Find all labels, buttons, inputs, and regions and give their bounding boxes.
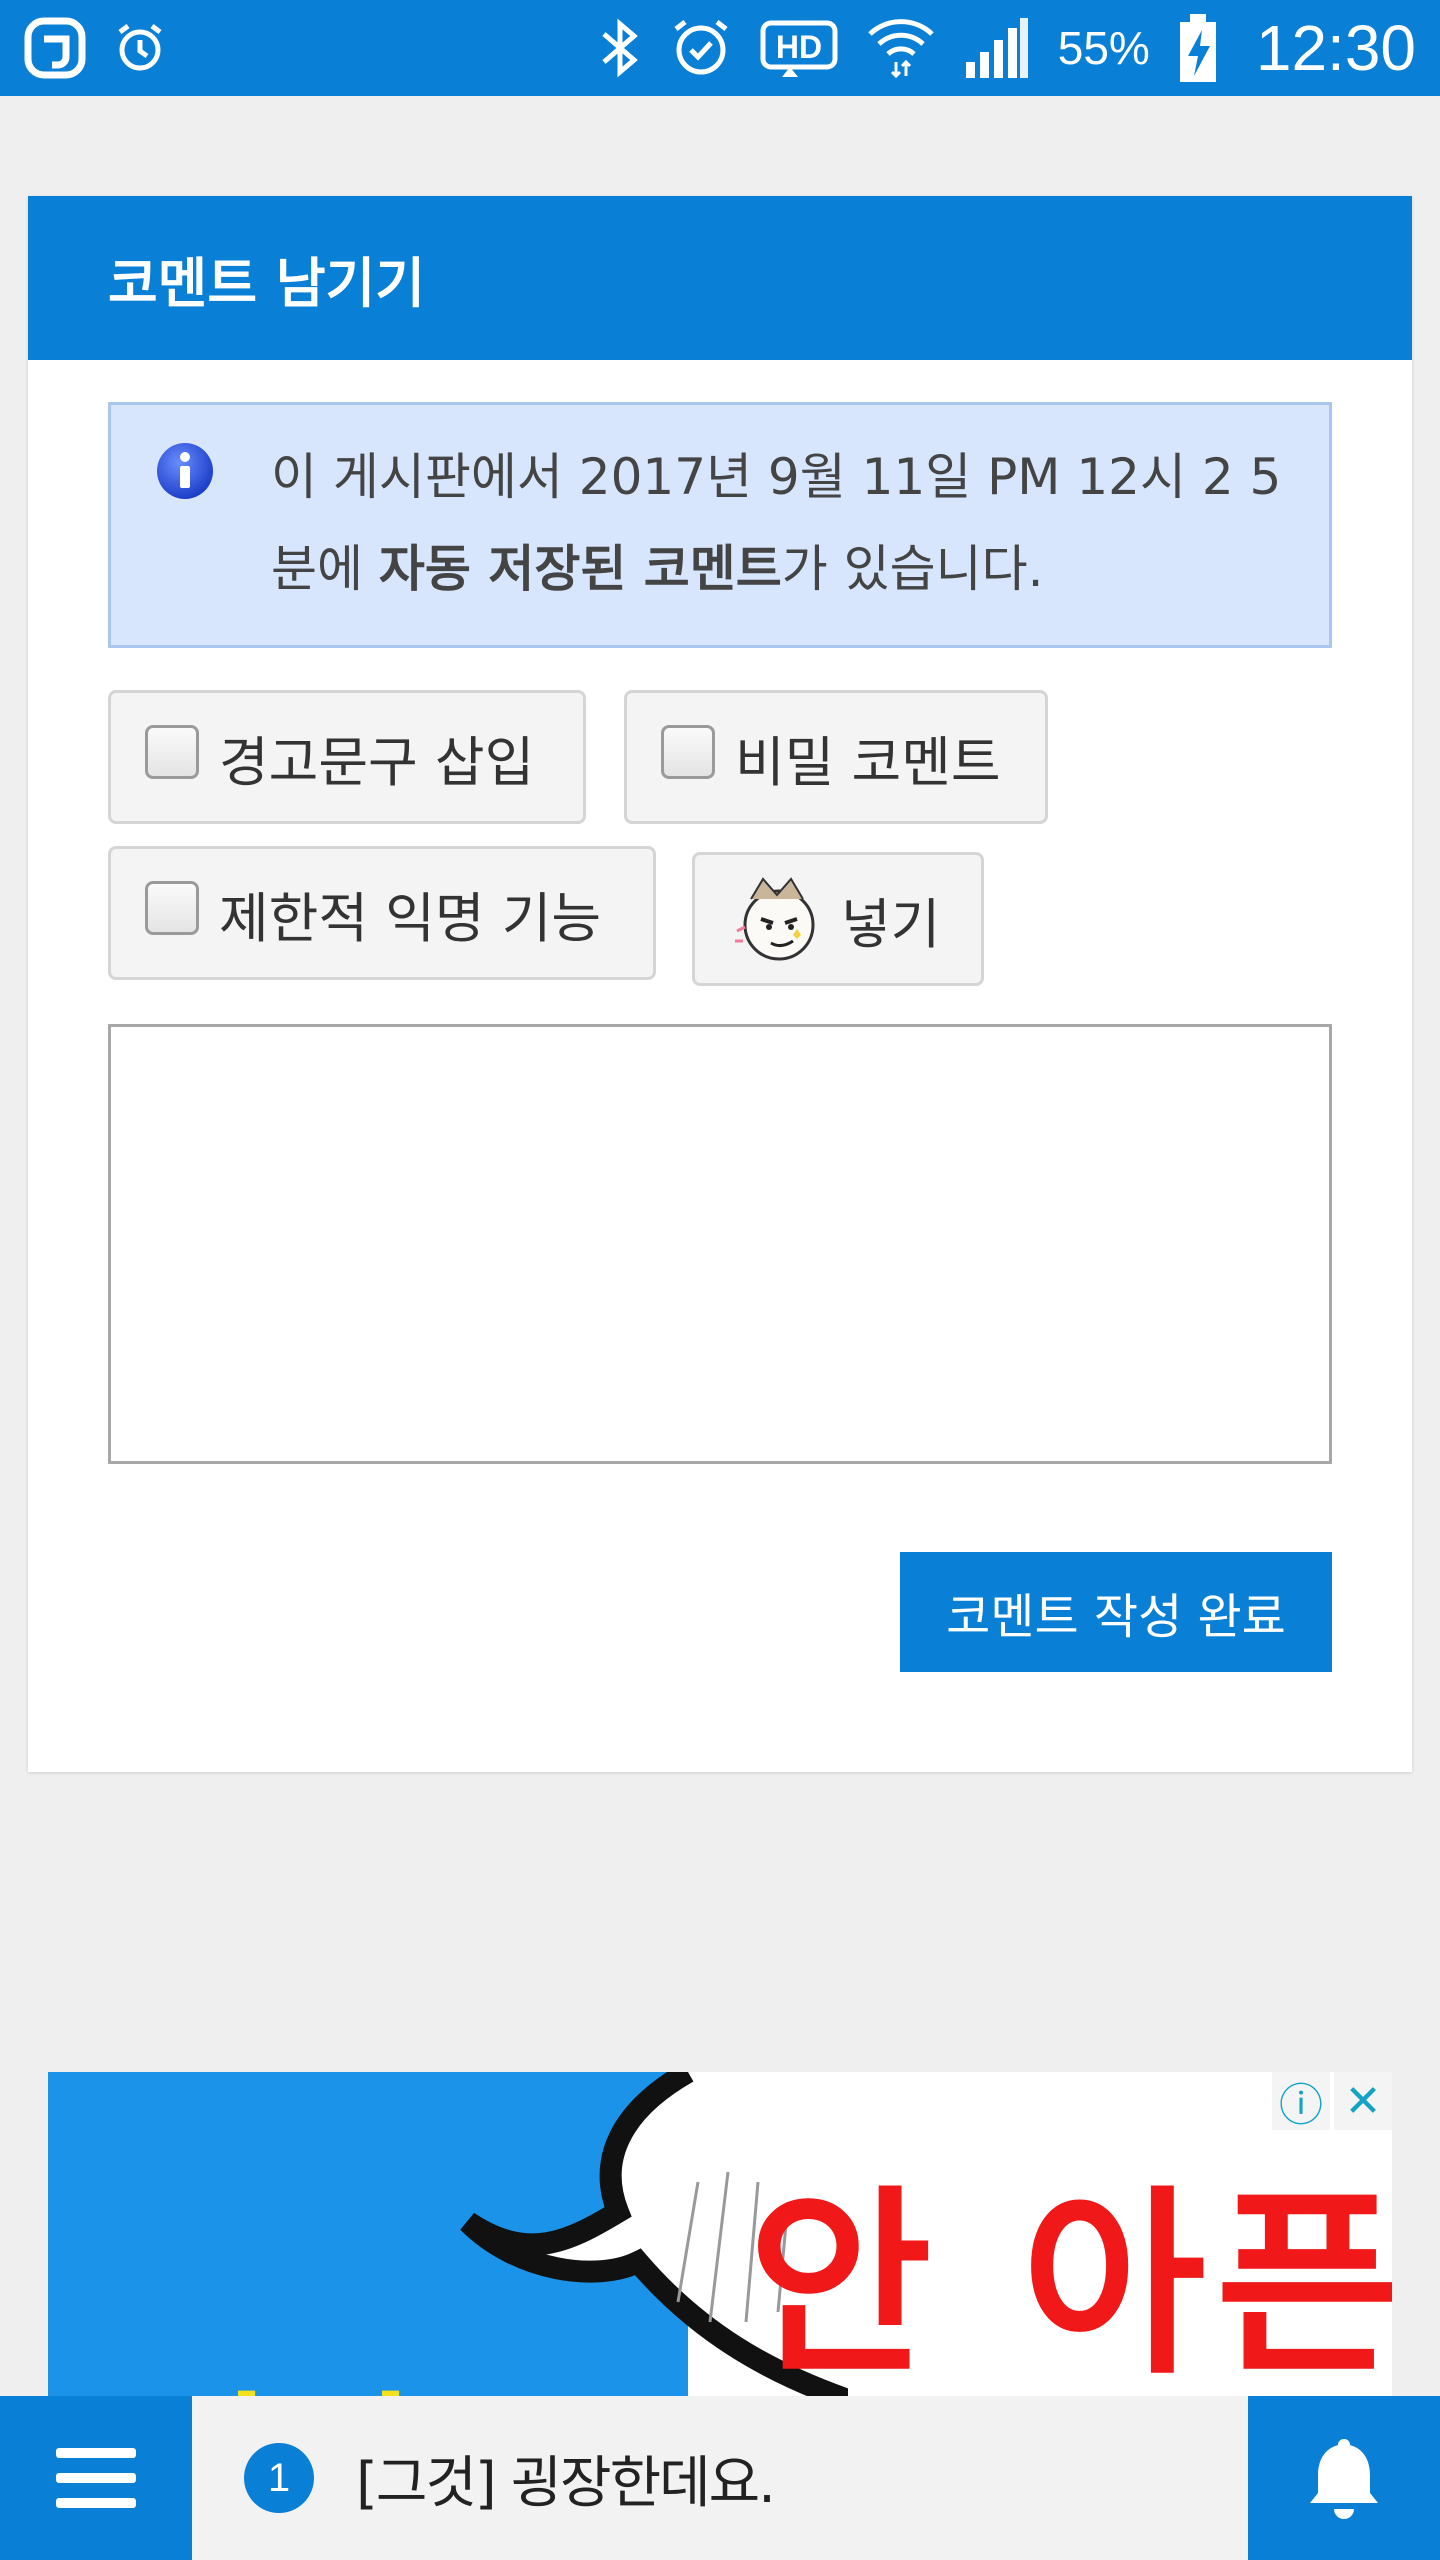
ad-close-icon[interactable]: ✕: [1334, 2072, 1392, 2130]
alarm-check-icon: [670, 17, 732, 79]
notice-bold: 자동 저장된 코멘트: [378, 540, 782, 598]
wifi-icon: [866, 16, 936, 80]
notice-suffix: 가 있습니다.: [781, 540, 1044, 598]
insert-emoticon-button[interactable]: 넣기: [692, 852, 984, 986]
ad-controls: ⓘ ✕: [1272, 2072, 1392, 2131]
anonymous-label: 제한적 익명 기능: [219, 886, 602, 950]
clock: 12:30: [1255, 12, 1416, 84]
svg-text:HD: HD: [776, 29, 822, 65]
alarm-icon: [114, 22, 166, 74]
comment-card: 코멘트 남기기 이 게시판에서 2017년 9월 11일 PM 12시 2 5분…: [28, 196, 1412, 1772]
signal-icon: [964, 16, 1030, 80]
status-bar: HD 55% 12:30: [0, 0, 1440, 96]
warning-checkbox[interactable]: [145, 725, 199, 779]
anonymous-option-button[interactable]: 제한적 익명 기능: [108, 846, 656, 980]
app-logo-icon: [24, 17, 86, 79]
ad-sub-text: 발기: [140, 2344, 416, 2400]
ad-info-icon[interactable]: ⓘ: [1272, 2072, 1330, 2131]
emoticon-face-icon: [735, 877, 815, 961]
bottom-bar: 1 [그것] 굉장한데요.: [0, 2396, 1440, 2560]
info-icon: [157, 443, 213, 499]
secret-label: 비밀 코멘트: [735, 730, 1001, 794]
battery-charging-icon: [1178, 12, 1218, 84]
warning-label: 경고문구 삽입: [219, 730, 535, 794]
warning-option-button[interactable]: 경고문구 삽입: [108, 690, 586, 824]
notification-text: [그것] 굉장한데요.: [356, 2450, 776, 2516]
ad-headline: 안 아픈: [748, 2169, 1392, 2400]
card-title: 코멘트 남기기: [28, 196, 1412, 360]
secret-checkbox[interactable]: [661, 725, 715, 779]
anonymous-checkbox[interactable]: [145, 881, 199, 935]
advertisement-banner[interactable]: 안 아픈 발기 ⓘ ✕: [48, 2072, 1392, 2400]
hd-icon: HD: [760, 17, 838, 79]
notification-badge: 1: [244, 2443, 314, 2513]
bluetooth-icon: [598, 16, 642, 80]
bell-icon: [1310, 2439, 1378, 2519]
notifications-button[interactable]: [1248, 2396, 1440, 2560]
autosave-notice: 이 게시판에서 2017년 9월 11일 PM 12시 2 5분에 자동 저장된…: [108, 402, 1332, 648]
notice-text: 이 게시판에서 2017년 9월 11일 PM 12시 2 5분에 자동 저장된…: [271, 431, 1289, 645]
secret-option-button[interactable]: 비밀 코멘트: [624, 690, 1048, 824]
insert-emoticon-label: 넣기: [841, 892, 941, 956]
notification-message[interactable]: 1 [그것] 굉장한데요.: [192, 2396, 1248, 2560]
battery-percent: 55%: [1057, 22, 1150, 74]
hamburger-menu-icon: [56, 2448, 136, 2508]
submit-comment-button[interactable]: 코멘트 작성 완료: [900, 1552, 1332, 1672]
menu-button[interactable]: [0, 2396, 192, 2560]
comment-textarea[interactable]: [108, 1024, 1332, 1464]
